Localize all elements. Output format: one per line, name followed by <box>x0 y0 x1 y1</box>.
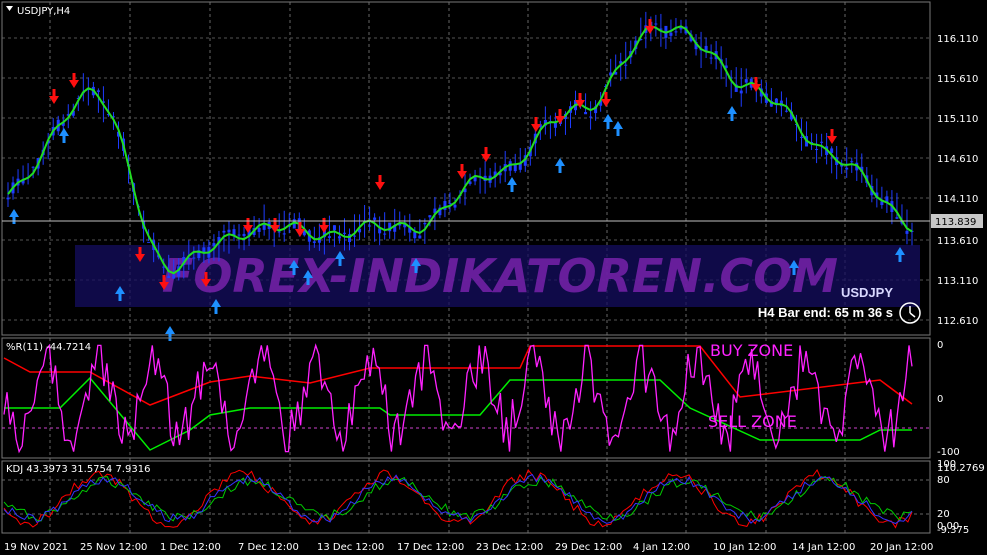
candle-body <box>6 197 10 200</box>
candle-body <box>342 232 346 234</box>
candle-body <box>830 148 834 153</box>
candle-body <box>448 203 452 205</box>
candle-body <box>96 90 100 92</box>
price-label: 112.610 <box>937 316 978 327</box>
candle-body <box>744 79 748 83</box>
candle-body <box>257 227 261 232</box>
candle-body <box>232 229 236 235</box>
candle-body <box>277 231 281 233</box>
candle-body <box>589 116 593 118</box>
symbol-title: USDJPY,H4 <box>17 6 70 17</box>
candle-body <box>820 141 824 143</box>
sell-zone-label: SELL ZONE <box>708 412 797 431</box>
price-label: 114.110 <box>937 194 978 205</box>
time-label: 23 Dec 12:00 <box>476 542 543 553</box>
price-label: 113.110 <box>937 276 978 287</box>
price-label: 115.110 <box>937 114 978 125</box>
candle-body <box>815 148 819 150</box>
candle-body <box>31 166 35 168</box>
wr-level-label: 0 <box>937 340 943 351</box>
time-label: 7 Dec 12:00 <box>238 542 299 553</box>
candle-body <box>800 136 804 138</box>
candle-body <box>423 223 427 225</box>
wr-level-label: 0 <box>937 394 943 405</box>
time-label: 1 Dec 12:00 <box>160 542 221 553</box>
candle-body <box>413 231 417 239</box>
candle-body <box>337 236 341 239</box>
wr-header: %R(11) -44.7214 <box>6 342 91 353</box>
candle-body <box>428 215 432 218</box>
candle-body <box>905 230 909 234</box>
price-label: 116.110 <box>937 34 978 45</box>
time-label: 10 Jan 12:00 <box>713 542 776 553</box>
candle-body <box>739 90 743 94</box>
time-label: 13 Dec 12:00 <box>317 542 384 553</box>
candle-body <box>709 57 713 59</box>
candle-body <box>784 110 788 112</box>
time-label: 14 Jan 12:00 <box>792 542 855 553</box>
kdj-level-label: 100 <box>937 459 956 470</box>
candle-body <box>327 236 331 238</box>
time-label: 20 Jan 12:00 <box>870 542 933 553</box>
candle-body <box>227 229 231 233</box>
candle-body <box>192 257 196 259</box>
candle-body <box>312 241 316 243</box>
candle-body <box>895 217 899 219</box>
info-symbol: USDJPY <box>841 285 893 300</box>
candle-body <box>353 235 357 237</box>
candle-body <box>850 161 854 163</box>
candle-body <box>368 225 372 227</box>
candle-body <box>172 274 176 279</box>
time-label: 17 Dec 12:00 <box>397 542 464 553</box>
candle-body <box>262 225 266 230</box>
buy-zone-label: BUY ZONE <box>710 341 793 360</box>
time-label: 29 Dec 12:00 <box>555 542 622 553</box>
candle-body <box>418 235 422 239</box>
candle-body <box>282 233 286 235</box>
candle-body <box>373 217 377 220</box>
candle-body <box>332 225 336 231</box>
kdj-level-label: 80 <box>937 475 950 486</box>
kdj-level-label: -9.375 <box>937 525 969 536</box>
current-price-value: 113.839 <box>935 217 976 228</box>
candle-body <box>674 31 678 33</box>
candle-body <box>513 164 517 172</box>
candle-body <box>654 23 658 25</box>
candle-body <box>624 64 628 66</box>
candle-body <box>383 233 387 235</box>
candle-body <box>237 234 241 236</box>
candle-body <box>147 241 151 243</box>
candle-body <box>167 275 171 279</box>
bar-end-timer: H4 Bar end: 65 m 36 s <box>758 305 893 320</box>
price-label: 113.610 <box>937 236 978 247</box>
candle-body <box>242 233 246 237</box>
watermark-text: FOREX-INDIKATOREN.COM <box>162 249 838 303</box>
price-label: 114.610 <box>937 154 978 165</box>
wr-level-label: -100 <box>937 447 960 458</box>
price-label: 115.610 <box>937 74 978 85</box>
kdj-header: KDJ 43.3973 31.5754 7.9316 <box>6 464 150 475</box>
candle-body <box>222 230 226 233</box>
kdj-level-label: 20 <box>937 509 950 520</box>
candle-body <box>553 122 557 128</box>
watermark: FOREX-INDIKATOREN.COM <box>75 245 920 307</box>
time-label: 4 Jan 12:00 <box>633 542 690 553</box>
time-label: 25 Nov 12:00 <box>80 542 147 553</box>
candle-body <box>669 32 673 36</box>
trading-chart: FOREX-INDIKATOREN.COM USDJPY,H4 USDJPY H… <box>0 0 987 555</box>
candle-body <box>845 167 849 170</box>
time-label: 19 Nov 2021 <box>4 542 68 553</box>
candle-body <box>453 204 457 208</box>
candle-body <box>584 111 588 115</box>
